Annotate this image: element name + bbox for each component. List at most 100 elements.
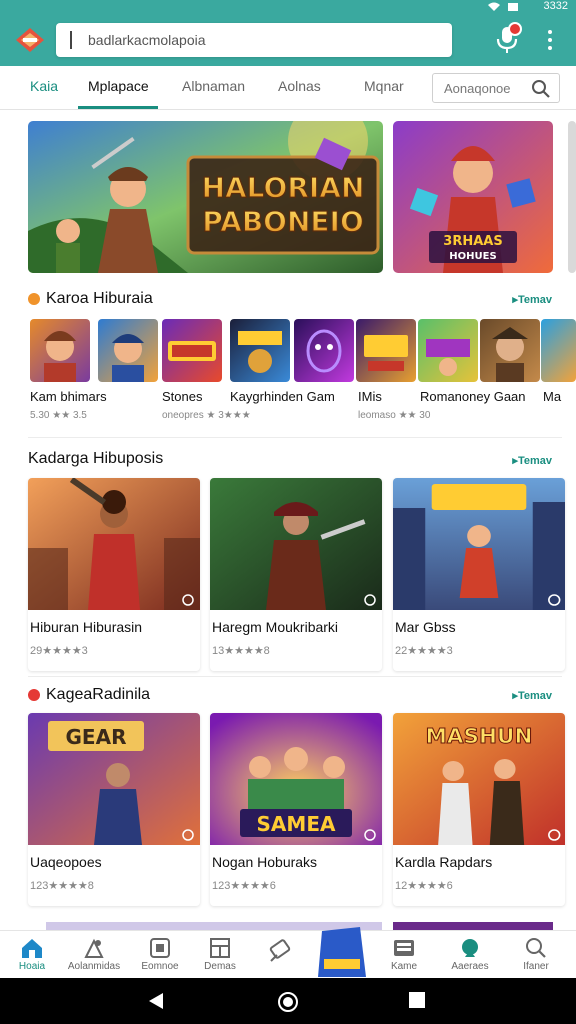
nav-item-search[interactable]: Ifaner	[504, 935, 568, 979]
ticket-icon	[269, 939, 291, 962]
tab-kaia[interactable]: Kaia	[30, 78, 58, 94]
featured-icon	[318, 927, 366, 977]
nav-item-featured[interactable]	[310, 925, 374, 977]
see-all-link[interactable]: Temav	[512, 689, 552, 702]
grid-icon	[210, 938, 230, 958]
game-art	[210, 478, 382, 610]
back-icon[interactable]	[147, 991, 167, 1011]
section-divider	[28, 437, 562, 438]
app-rating: oneopres ★ 3★★★	[162, 410, 251, 421]
logo-icon[interactable]	[14, 26, 46, 54]
section-title: KageaRadinila	[46, 686, 151, 703]
game-rating: 22★★★★3	[395, 645, 453, 657]
nav-item-market[interactable]: Aaeraes	[438, 935, 502, 979]
app-header: badlarkacmolapoia	[0, 14, 576, 66]
game-title: Haregm Moukribarki	[212, 619, 339, 635]
banner-art: HALORIAN PABONEIO	[28, 121, 383, 273]
game-rating: 12★★★★6	[395, 880, 453, 892]
tab-albnaman[interactable]: Albnaman	[182, 78, 245, 94]
active-tab-indicator	[78, 106, 158, 109]
nav-label: Ifaner	[523, 961, 549, 972]
app-icon[interactable]	[30, 319, 90, 382]
banner2-title-line2: HOHUES	[449, 251, 496, 262]
nav-item-home[interactable]: Hoaia	[0, 935, 64, 979]
nav-label: Kame	[390, 961, 418, 972]
art-text: GEAR	[66, 725, 127, 749]
game-rating: 13★★★★8	[212, 645, 270, 657]
game-art: GEAR	[28, 713, 200, 845]
apps-icon	[150, 938, 170, 958]
game-rating: 123★★★★8	[30, 880, 94, 892]
tab-search-field[interactable]: Aonaqonoe	[432, 73, 560, 103]
game-card[interactable]: Hiburan Hiburasin 29★★★★3	[28, 478, 200, 671]
more-vert-icon[interactable]	[540, 26, 560, 54]
game-art: MASHUN	[393, 713, 565, 845]
see-all-link[interactable]: Temav	[512, 454, 552, 467]
banner2-title-line1: 3RHAAS	[443, 234, 502, 249]
app-name: Kaygrhinden Gam	[230, 389, 335, 404]
tab-mplapace[interactable]: Mplapace	[88, 78, 149, 94]
game-art: SAMEA	[210, 713, 382, 845]
banner-title-line1: HALORIAN	[202, 171, 365, 204]
app-icon[interactable]	[98, 319, 158, 382]
game-card[interactable]: Haregm Moukribarki 13★★★★8	[210, 478, 382, 671]
app-icon[interactable]	[356, 319, 416, 382]
nav-item-ticket[interactable]	[248, 935, 312, 979]
game-card[interactable]: GEAR Uaqeopoes 123★★★★8	[28, 713, 200, 906]
banner-title-line2: PABONEIO	[202, 205, 364, 238]
app-name: IMis	[358, 389, 382, 404]
game-art	[393, 478, 565, 610]
game-card[interactable]: Mar Gbss 22★★★★3	[393, 478, 565, 671]
games-icon	[84, 938, 104, 958]
nav-item-games[interactable]: Aolanmidas	[62, 935, 126, 979]
nav-item-library[interactable]: Kame	[372, 935, 436, 979]
recents-icon[interactable]	[408, 991, 426, 1009]
app-icon[interactable]	[480, 319, 540, 382]
app-icon[interactable]	[294, 319, 354, 382]
text-cursor	[70, 31, 72, 49]
search-input-value: badlarkacmolapoia	[88, 32, 206, 48]
game-art	[28, 478, 200, 610]
app-rating: 5.30 ★★ 3.5	[30, 410, 87, 421]
search-icon[interactable]	[531, 79, 551, 99]
tab-mqnar[interactable]: Mqnar	[364, 78, 404, 94]
nav-item-apps[interactable]: Eomnoe	[128, 935, 192, 979]
banner-art: 3RHAAS HOHUES	[393, 121, 553, 273]
status-bar: 3332	[0, 0, 576, 14]
tab-aolnas[interactable]: Aolnas	[278, 78, 321, 94]
art-text: MASHUN	[426, 725, 533, 748]
search-input[interactable]: badlarkacmolapoia	[56, 23, 452, 57]
status-time: 3332	[543, 0, 568, 12]
game-title: Hiburan Hiburasin	[30, 619, 143, 635]
game-title: Mar Gbss	[395, 619, 456, 635]
section-divider	[28, 676, 562, 677]
home-circle-icon[interactable]	[277, 991, 299, 1013]
library-icon	[394, 940, 414, 956]
nav-label: Eomnoe	[141, 961, 179, 972]
game-card[interactable]: SAMEA Nogan Hoburaks 123★★★★6	[210, 713, 382, 906]
app-icon[interactable]	[541, 319, 576, 382]
see-all-link[interactable]: Temav	[512, 293, 552, 306]
nav-label: Aaeraes	[451, 961, 489, 972]
game-rating: 123★★★★6	[212, 880, 276, 892]
nav-item-demas[interactable]: Demas	[188, 935, 252, 979]
section-title: Kadarga Hibuposis	[28, 450, 164, 467]
app-icon[interactable]	[418, 319, 478, 382]
app-icon[interactable]	[230, 319, 290, 382]
featured-banner-secondary[interactable]: 3RHAAS HOHUES	[393, 121, 553, 273]
nav-label: Demas	[204, 961, 236, 972]
featured-banner-main[interactable]: HALORIAN PABONEIO	[28, 121, 383, 273]
game-title: Uaqeopoes	[30, 854, 102, 870]
app-icon[interactable]	[162, 319, 222, 382]
app-name: Stones	[162, 389, 203, 404]
nav-label: Aolanmidas	[67, 961, 121, 972]
category-tabs: Kaia Mplapace Albnaman Aolnas Mqnar Aona…	[0, 66, 576, 110]
app-name: Ma	[543, 389, 562, 404]
banner-peek	[568, 121, 576, 273]
signal-icons	[488, 2, 518, 11]
section-icon	[28, 689, 40, 701]
section-title: Karoa Hiburaia	[46, 290, 153, 307]
app-name: Romanoney Gaan	[420, 389, 526, 404]
bottom-navigation: Hoaia Aolanmidas Eomnoe Demas Kame Aaera…	[0, 927, 576, 979]
game-card[interactable]: MASHUN Kardla Rapdars 12★★★★6	[393, 713, 565, 906]
